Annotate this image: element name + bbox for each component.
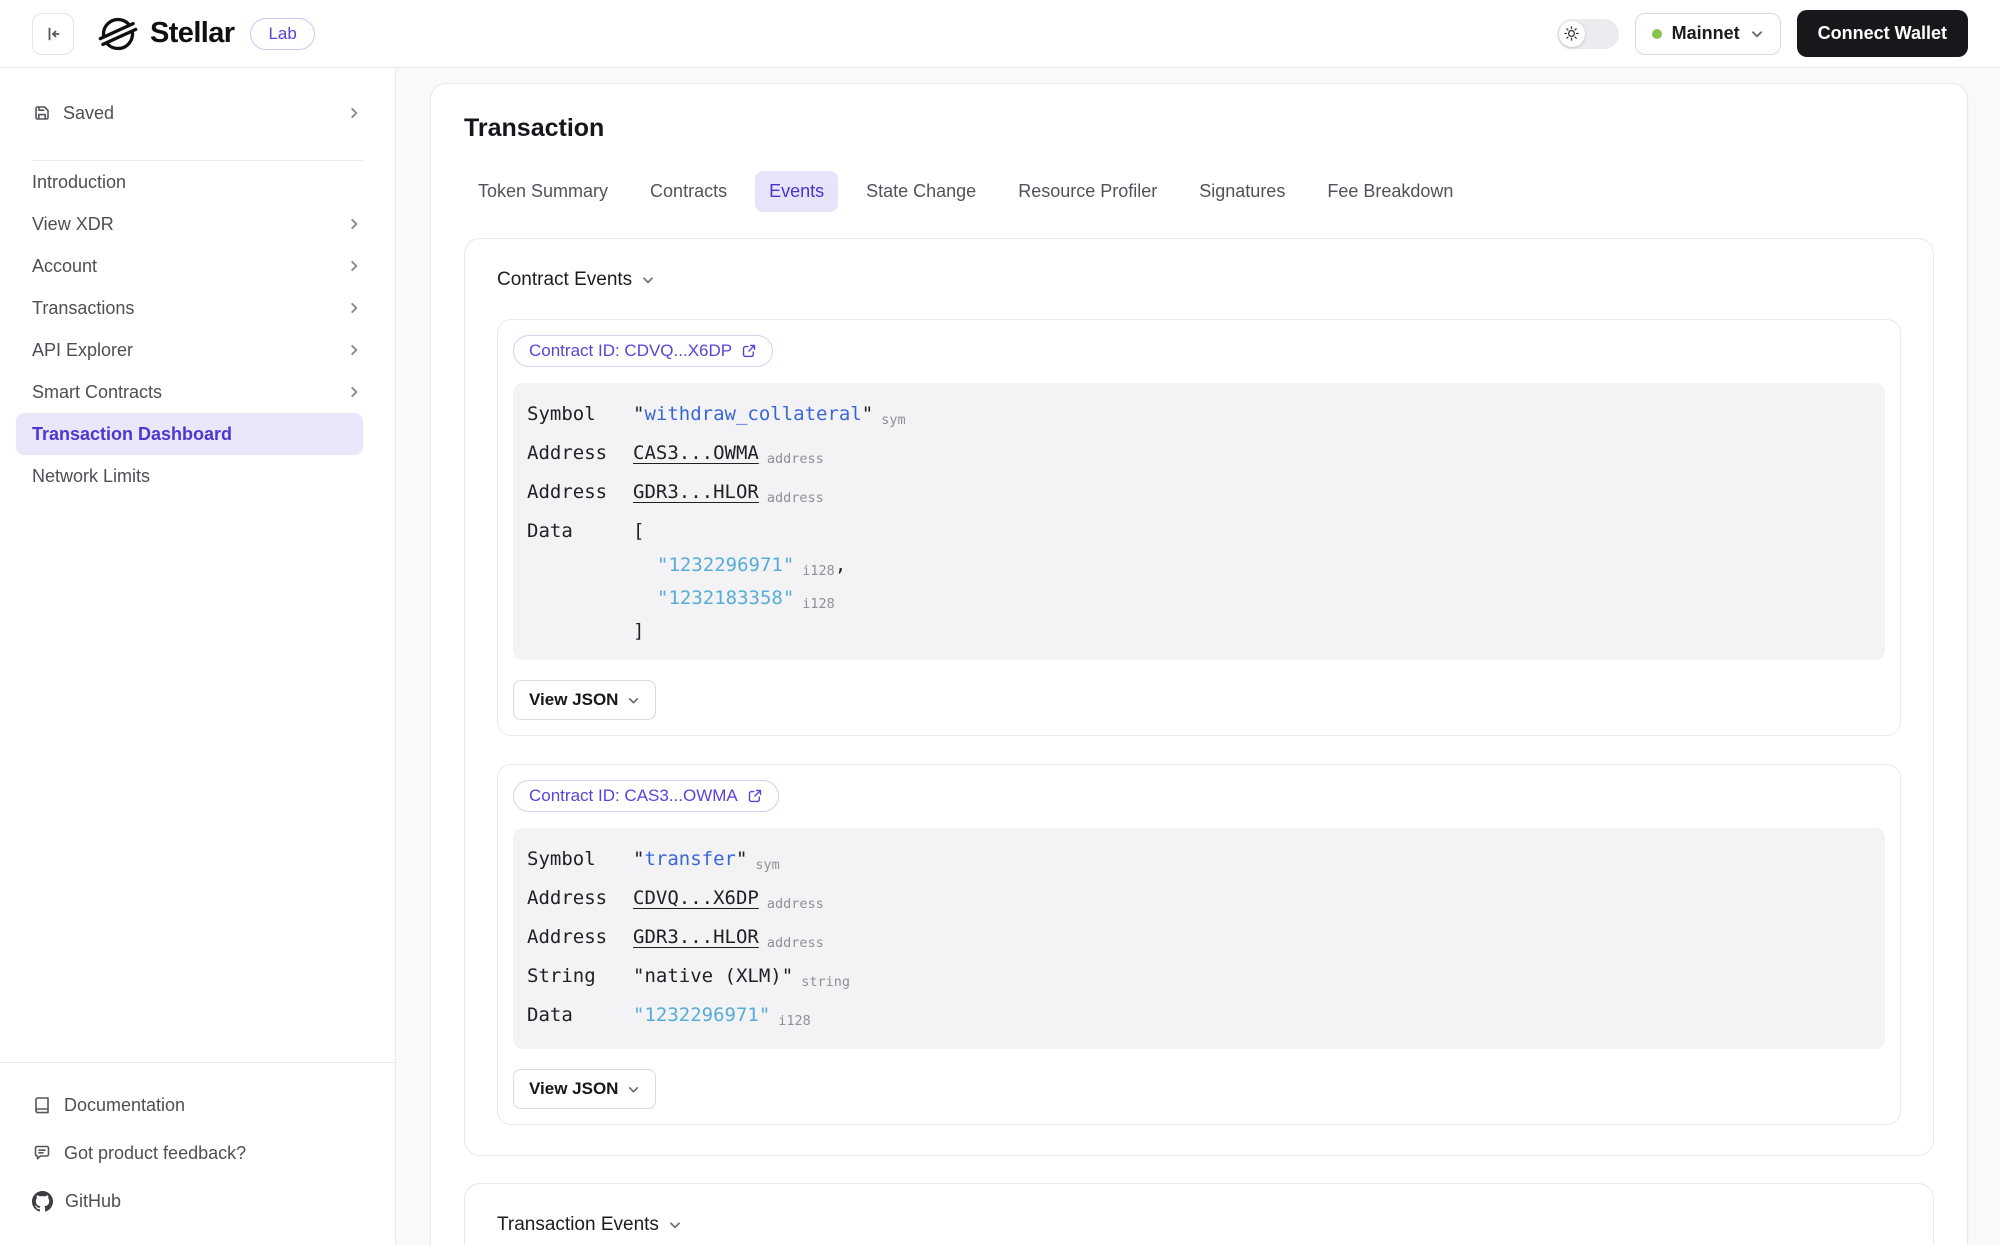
sidebar-item-github[interactable]: GitHub [32,1177,363,1225]
tab-bar: Token Summary Contracts Events State Cha… [464,171,1934,212]
address-link[interactable]: GDR3...HLOR [633,481,759,503]
event-row-data-item: 1232296971i128 [527,550,1871,583]
main-content: Transaction Token Summary Contracts Even… [396,68,2000,1245]
connect-wallet-button[interactable]: Connect Wallet [1797,10,1968,57]
chevron-right-icon [347,217,361,231]
transaction-events-header[interactable]: Transaction Events [497,1214,1901,1236]
transaction-card: Transaction Token Summary Contracts Even… [430,83,1968,1245]
event-row-data-close [527,616,1871,647]
network-status-dot [1652,29,1662,39]
sun-icon [1563,25,1580,42]
chevron-right-icon [347,343,361,357]
panel-collapse-icon [43,24,63,44]
view-json-button[interactable]: View JSON [513,1069,656,1109]
event-row-data-open: Data [527,513,1871,550]
event-card: Contract ID: CDVQ...X6DP Symbolwithdraw_… [497,319,1901,736]
saved-label: Saved [63,103,347,124]
page-title: Transaction [464,114,1934,143]
event-detail-block: Symboltransfersym AddressCDVQ...X6DPaddr… [513,828,1885,1049]
event-card: Contract ID: CAS3...OWMA Symboltransfers… [497,764,1901,1125]
saved-icon [32,103,52,123]
tab-resource-profiler[interactable]: Resource Profiler [1004,171,1171,212]
sidebar-item-transactions[interactable]: Transactions [0,287,395,329]
view-json-button[interactable]: View JSON [513,680,656,720]
lab-badge: Lab [250,18,314,50]
sidebar-item-introduction[interactable]: Introduction [0,161,395,203]
sidebar-item-api-explorer[interactable]: API Explorer [0,329,395,371]
brand[interactable]: Stellar Lab [98,14,315,54]
tab-events[interactable]: Events [755,171,838,212]
network-label: Mainnet [1672,23,1740,44]
chevron-right-icon [347,259,361,273]
network-select[interactable]: Mainnet [1635,13,1781,55]
contract-id-badge[interactable]: Contract ID: CAS3...OWMA [513,780,779,812]
brand-name: Stellar [150,17,234,50]
sidebar: Saved Introduction View XDR Account [0,68,396,1245]
event-row-address: AddressGDR3...HLORaddress [527,919,1871,958]
address-link[interactable]: GDR3...HLOR [633,926,759,948]
github-icon [32,1191,53,1212]
book-icon [32,1095,52,1115]
sidebar-item-view-xdr[interactable]: View XDR [0,203,395,245]
tab-state-change[interactable]: State Change [852,171,990,212]
top-header: Stellar Lab Mainnet Connect Wallet [0,0,2000,68]
tab-contracts[interactable]: Contracts [636,171,741,212]
chevron-right-icon [347,385,361,399]
sidebar-item-feedback[interactable]: Got product feedback? [32,1129,363,1177]
event-row-address: AddressCDVQ...X6DPaddress [527,880,1871,919]
event-row-symbol: Symboltransfersym [527,841,1871,880]
sidebar-item-account[interactable]: Account [0,245,395,287]
chevron-down-icon [668,1218,682,1232]
event-row-string: Stringnative (XLM)string [527,958,1871,997]
tab-signatures[interactable]: Signatures [1185,171,1299,212]
transaction-events-section: Transaction Events Contract ID: CAS3...O… [464,1183,1934,1245]
event-detail-block: Symbolwithdraw_collateralsym AddressCAS3… [513,383,1885,660]
event-row-symbol: Symbolwithdraw_collateralsym [527,396,1871,435]
sidebar-item-smart-contracts[interactable]: Smart Contracts [0,371,395,413]
event-row-data-item: 1232183358i128 [527,583,1871,616]
theme-toggle[interactable] [1557,19,1619,49]
tab-fee-breakdown[interactable]: Fee Breakdown [1313,171,1467,212]
external-link-icon [741,343,757,359]
chevron-down-icon [627,694,640,707]
event-row-address: AddressGDR3...HLORaddress [527,474,1871,513]
sidebar-item-saved[interactable]: Saved [0,92,395,134]
contract-id-badge[interactable]: Contract ID: CDVQ...X6DP [513,335,773,367]
sidebar-footer: Documentation Got product feedback? G [0,1062,395,1245]
contract-events-section: Contract Events Contract ID: CDVQ...X6DP [464,238,1934,1156]
contract-events-header[interactable]: Contract Events [497,269,1901,291]
chevron-down-icon [641,273,655,287]
sidebar-item-network-limits[interactable]: Network Limits [0,455,395,497]
feedback-icon [32,1143,52,1163]
address-link[interactable]: CAS3...OWMA [633,442,759,464]
chevron-right-icon [347,106,361,120]
sidebar-item-transaction-dashboard[interactable]: Transaction Dashboard [16,413,363,455]
sidebar-item-documentation[interactable]: Documentation [32,1081,363,1129]
chevron-down-icon [627,1083,640,1096]
external-link-icon [747,788,763,804]
event-row-data: Data1232296971i128 [527,997,1871,1036]
address-link[interactable]: CDVQ...X6DP [633,887,759,909]
collapse-sidebar-button[interactable] [32,13,74,55]
chevron-right-icon [347,301,361,315]
chevron-down-icon [1750,27,1764,41]
event-row-address: AddressCAS3...OWMAaddress [527,435,1871,474]
stellar-logo-icon [98,14,138,54]
tab-token-summary[interactable]: Token Summary [464,171,622,212]
